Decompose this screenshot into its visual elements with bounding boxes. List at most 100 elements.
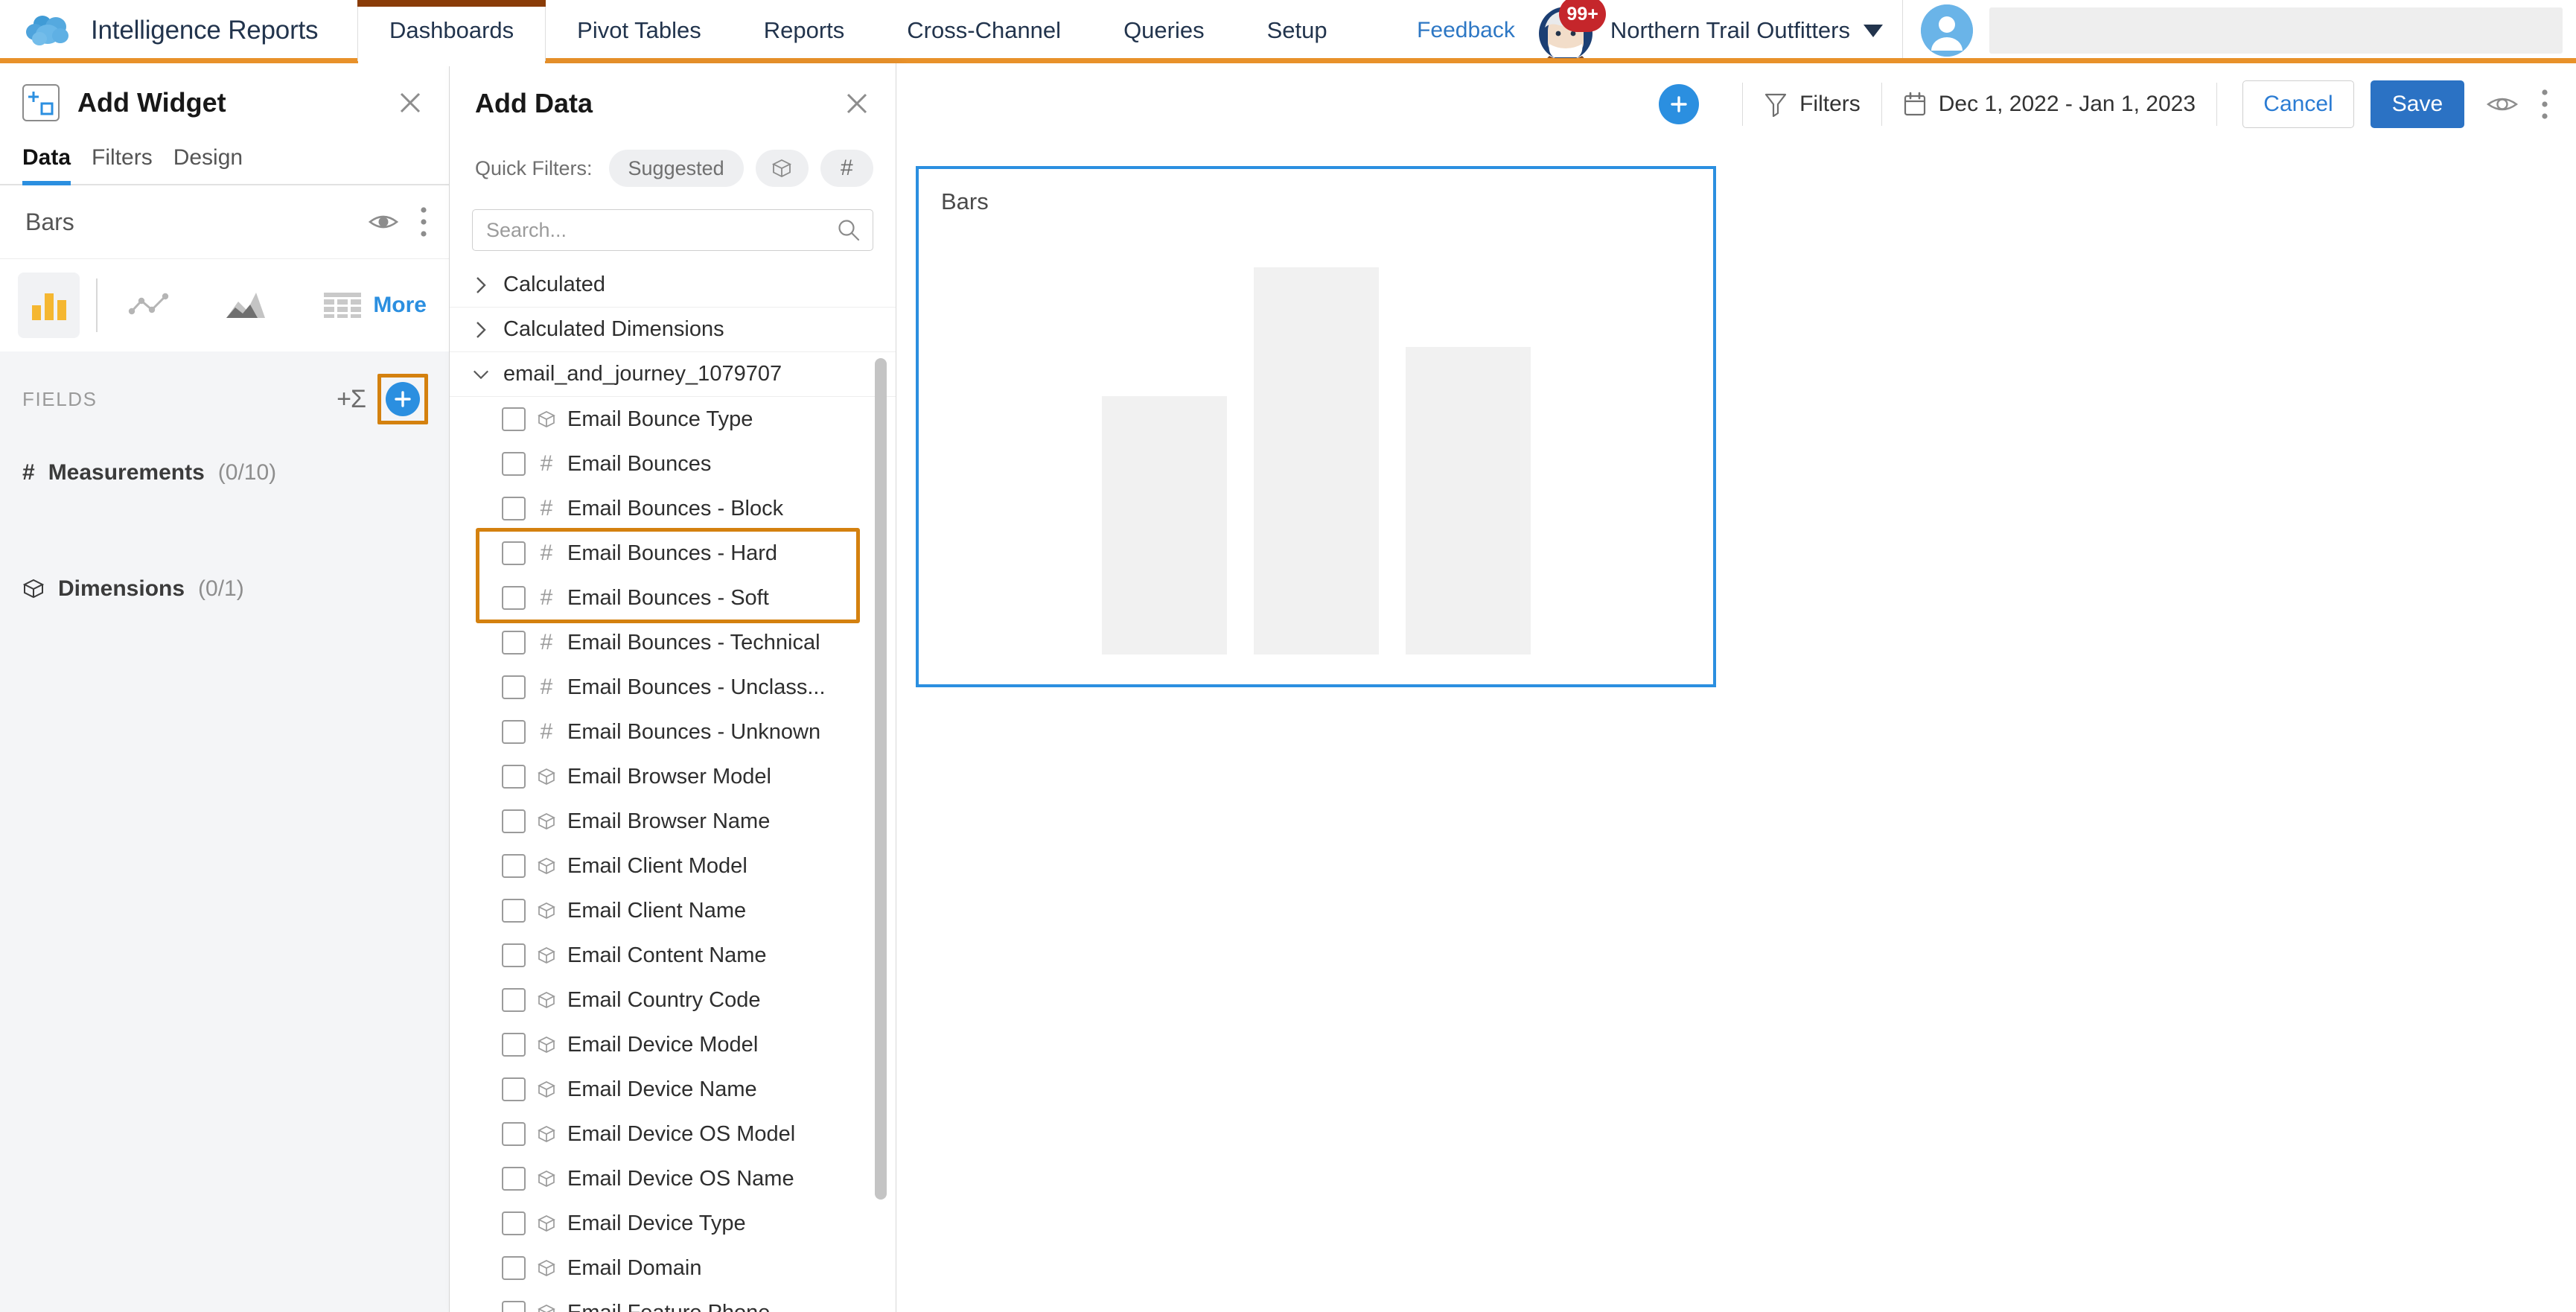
field-list-item[interactable]: # Email Bounces — [450, 442, 896, 486]
cube-icon — [538, 858, 555, 874]
area-chart-icon[interactable] — [215, 273, 277, 338]
org-selector[interactable]: Northern Trail Outfitters — [1610, 17, 1883, 44]
field-list-item[interactable]: Email Client Model — [450, 844, 896, 888]
field-checkbox[interactable] — [502, 988, 526, 1012]
field-list-item[interactable]: Email Bounce Type — [450, 397, 896, 442]
field-type-icon — [526, 1212, 567, 1235]
field-list-item[interactable]: # Email Bounces - Soft — [450, 576, 896, 620]
field-checkbox[interactable] — [502, 720, 526, 744]
line-chart-icon[interactable] — [118, 273, 180, 338]
field-checkbox[interactable] — [502, 1033, 526, 1057]
quick-filter-dimensions[interactable] — [755, 150, 809, 187]
field-checkbox[interactable] — [502, 675, 526, 699]
hash-icon: # — [540, 451, 553, 476]
field-list-item[interactable]: Email Browser Model — [450, 754, 896, 799]
tab-filters[interactable]: Filters — [92, 145, 173, 184]
field-checkbox[interactable] — [502, 586, 526, 610]
user-menu[interactable] — [1921, 4, 2563, 57]
nav-tab-dashboards[interactable]: Dashboards — [357, 0, 546, 66]
add-sigma-icon[interactable]: +Σ — [332, 385, 370, 414]
field-type-icon: # — [526, 630, 567, 655]
field-checkbox[interactable] — [502, 1301, 526, 1312]
field-checkbox[interactable] — [502, 407, 526, 431]
field-list-item[interactable]: Email Device Name — [450, 1067, 896, 1112]
field-label: Email Bounces - Unknown — [567, 719, 821, 744]
field-list-item[interactable]: Email Device OS Model — [450, 1112, 896, 1156]
einstein-assistant-button[interactable]: 99+ — [1533, 0, 1606, 63]
eye-icon[interactable] — [369, 211, 398, 232]
field-list-item[interactable]: Email Feature Phone — [450, 1290, 896, 1312]
nav-tab-pivot-tables[interactable]: Pivot Tables — [546, 0, 733, 61]
field-checkbox[interactable] — [502, 854, 526, 878]
field-checkbox[interactable] — [502, 1167, 526, 1191]
tab-design[interactable]: Design — [173, 145, 264, 184]
widget-bars[interactable]: Bars — [916, 166, 1716, 687]
field-list-item[interactable]: # Email Bounces - Unclass... — [450, 665, 896, 710]
field-checkbox[interactable] — [502, 899, 526, 923]
cancel-button[interactable]: Cancel — [2242, 80, 2354, 128]
field-label: Email Device Type — [567, 1211, 746, 1235]
nav-tab-reports[interactable]: Reports — [733, 0, 876, 61]
fields-actions: +Σ — [332, 374, 428, 424]
field-list-item[interactable]: Email Device Type — [450, 1201, 896, 1246]
field-checkbox[interactable] — [502, 809, 526, 833]
search-input[interactable] — [486, 218, 837, 242]
table-icon[interactable] — [311, 273, 373, 338]
quick-filter-measures[interactable]: # — [820, 150, 873, 187]
canvas-body: Bars — [896, 145, 2576, 1312]
field-list-item[interactable]: Email Domain — [450, 1246, 896, 1290]
feedback-link[interactable]: Feedback — [1417, 18, 1515, 43]
tab-data[interactable]: Data — [22, 145, 92, 185]
field-list-item[interactable]: # Email Bounces - Block — [450, 486, 896, 531]
more-chart-types-link[interactable]: More — [373, 293, 427, 318]
add-circle-icon[interactable] — [1659, 84, 1700, 124]
add-circle-icon[interactable] — [386, 382, 420, 416]
field-type-icon — [526, 1302, 567, 1312]
nav-tab-queries[interactable]: Queries — [1092, 0, 1236, 61]
field-list-item[interactable]: Email Device OS Name — [450, 1156, 896, 1201]
field-checkbox[interactable] — [502, 541, 526, 565]
field-list-item[interactable]: Email Device Model — [450, 1022, 896, 1067]
tree-node-calculated[interactable]: Calculated — [450, 263, 896, 308]
field-list-item[interactable]: # Email Bounces - Unknown — [450, 710, 896, 754]
close-icon[interactable] — [841, 87, 873, 120]
tree-node-email-and-journey[interactable]: email_and_journey_1079707 — [450, 352, 896, 397]
filters-button[interactable]: Filters — [1764, 92, 1861, 117]
field-list-item[interactable]: Email Country Code — [450, 978, 896, 1022]
field-list-item[interactable]: Email Content Name — [450, 933, 896, 978]
close-icon[interactable] — [394, 86, 427, 119]
search-icon[interactable] — [837, 218, 861, 242]
field-checkbox[interactable] — [502, 452, 526, 476]
chevron-right-icon — [472, 320, 490, 340]
tree-node-calculated-dimensions[interactable]: Calculated Dimensions — [450, 308, 896, 352]
nav-tab-cross-channel[interactable]: Cross-Channel — [876, 0, 1092, 61]
field-checkbox[interactable] — [502, 765, 526, 789]
cube-icon — [772, 159, 792, 178]
field-list-item[interactable]: # Email Bounces - Hard — [450, 531, 896, 576]
search-field[interactable] — [472, 209, 873, 251]
save-button[interactable]: Save — [2371, 80, 2464, 128]
quick-filter-suggested[interactable]: Suggested — [608, 150, 744, 187]
field-checkbox[interactable] — [502, 1122, 526, 1146]
field-list-item[interactable]: Email Browser Name — [450, 799, 896, 844]
field-checkbox[interactable] — [502, 1256, 526, 1280]
add-data-panel: Add Data Quick Filters: Suggested # Sear… — [450, 63, 896, 1312]
kebab-menu-icon[interactable] — [2540, 88, 2549, 121]
field-checkbox[interactable] — [502, 943, 526, 967]
field-group-measurements[interactable]: # Measurements (0/10) — [0, 444, 449, 502]
kebab-menu-icon[interactable] — [419, 206, 428, 238]
nav-tab-setup[interactable]: Setup — [1236, 0, 1359, 61]
field-type-icon — [526, 1168, 567, 1190]
field-checkbox[interactable] — [502, 1077, 526, 1101]
bar-chart-icon[interactable] — [18, 273, 80, 338]
field-checkbox[interactable] — [502, 1211, 526, 1235]
field-group-dimensions[interactable]: Dimensions (0/1) — [0, 560, 449, 618]
field-type-icon — [526, 408, 567, 430]
field-checkbox[interactable] — [502, 631, 526, 655]
widget-name-row: Bars — [0, 185, 449, 259]
field-list-item[interactable]: # Email Bounces - Technical — [450, 620, 896, 665]
date-range-button[interactable]: Dec 1, 2022 - Jan 1, 2023 — [1903, 92, 2196, 117]
field-checkbox[interactable] — [502, 497, 526, 520]
field-list-item[interactable]: Email Client Name — [450, 888, 896, 933]
eye-icon[interactable] — [2487, 93, 2518, 115]
